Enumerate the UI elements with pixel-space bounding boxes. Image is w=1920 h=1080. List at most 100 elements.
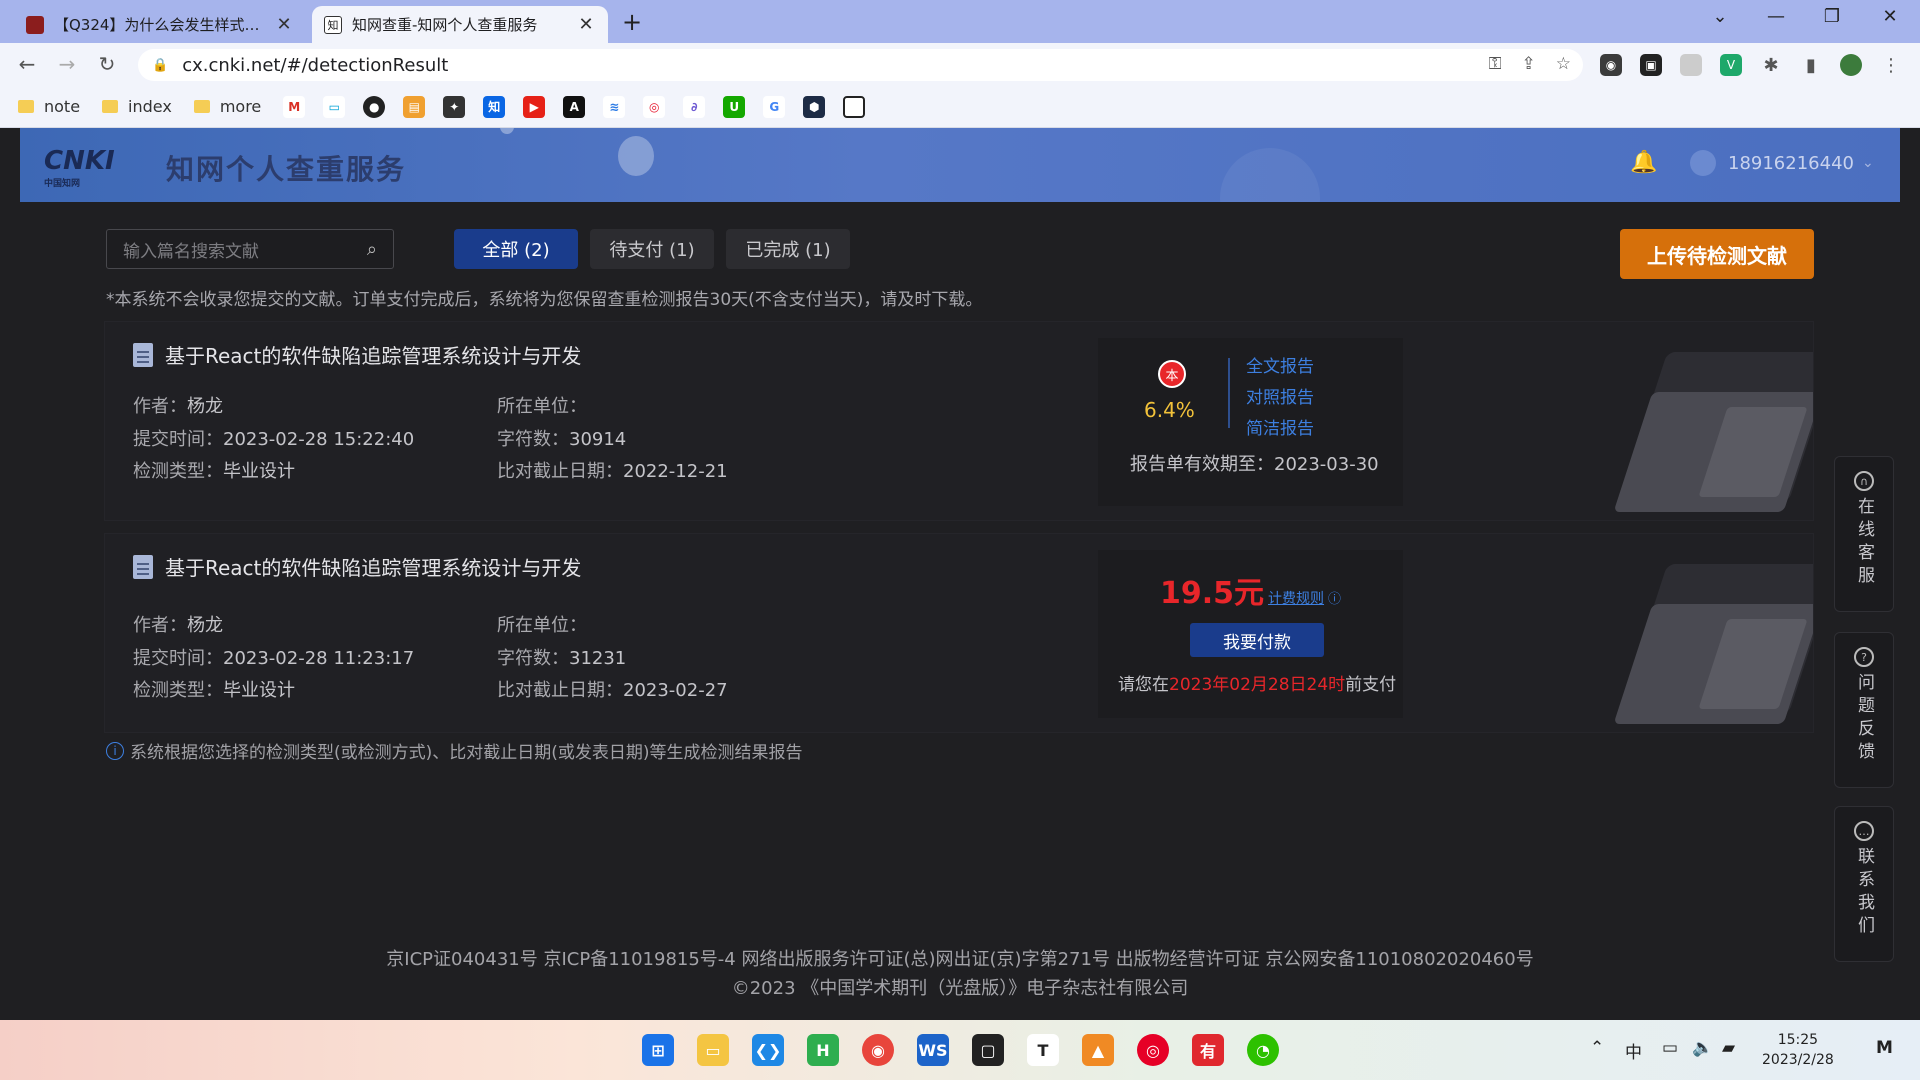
tab-completed[interactable]: 已完成 (1) [726,229,850,269]
sidepanel-icon[interactable]: ▮ [1800,54,1822,76]
extension-icon[interactable]: V [1720,54,1742,76]
bilibili-icon[interactable]: ▭ [323,95,346,118]
close-tab-icon[interactable]: ✕ [576,14,596,35]
tab-title: 【Q324】为什么会发生样式抖动 [54,16,266,34]
search-icon[interactable]: ⌕ [367,239,377,260]
chrome-icon[interactable]: ◉ [862,1034,894,1066]
comparison-report-link[interactable]: 对照报告 [1246,383,1314,408]
author-label: 作者： [133,396,187,417]
battery-icon[interactable]: ▰ [1722,1038,1735,1058]
full-report-link[interactable]: 全文报告 [1246,352,1314,377]
url-bar[interactable]: 🔒 cx.cnki.net/#/detectionResult ⚿ ⇪ ☆ [138,49,1583,81]
record-card: 基于React的软件缺陷追踪管理系统设计与开发 作者：杨龙 提交时间：2023-… [104,321,1814,521]
file-explorer-icon[interactable]: ▭ [697,1034,729,1066]
extension-icon[interactable] [1680,54,1702,76]
hex-icon[interactable]: ⬢ [803,95,826,118]
decor-circle [618,136,654,176]
words-label: 字符数： [497,429,569,450]
mahjong-icon[interactable]: ✦ [443,95,466,118]
online-service-widget[interactable]: ∩ 在线客服 [1834,456,1894,612]
new-tab-button[interactable]: + [622,8,642,36]
profile-avatar[interactable] [1840,54,1862,76]
tab-q324[interactable]: 【Q324】为什么会发生样式抖动 ✕ [14,6,306,43]
forward-icon[interactable]: → [52,52,82,76]
cnki-logo[interactable]: CNKI 中国知网 [44,146,115,189]
word-count-field: 字符数：30914 [497,425,626,451]
price-row: 19.5元 计费规则 ⓘ [1160,568,1341,612]
record-title[interactable]: 基于React的软件缺陷追踪管理系统设计与开发 [133,552,581,581]
browser-tab-strip: 【Q324】为什么会发生样式抖动 ✕ 知 知网查重-知网个人查重服务 ✕ + ⌄… [0,0,1920,43]
webstorm-icon[interactable]: WS [917,1034,949,1066]
netease-music-icon[interactable]: ◎ [1137,1034,1169,1066]
extension-icon[interactable]: ◉ [1600,54,1622,76]
github-icon[interactable]: ● [363,95,386,118]
tab-title: 知网查重-知网个人查重服务 [352,16,538,34]
hbuilder-icon[interactable]: H [807,1034,839,1066]
org-label: 所在单位： [497,615,587,636]
tab-search-icon[interactable]: ⌄ [1700,6,1740,27]
vscode-icon[interactable]: ❮❯ [752,1034,784,1066]
ime-indicator[interactable]: 中 [1625,1038,1642,1063]
vlc-icon[interactable]: ▲ [1082,1034,1114,1066]
puzzle-icon[interactable]: ✱ [1760,54,1782,76]
star-icon[interactable]: ☆ [1556,54,1571,74]
headset-icon: ∩ [1854,471,1874,491]
back-icon[interactable]: ← [12,52,42,76]
bookmarks-bar: note index more M ▭ ● ▤ ✦ 知 ▶ A ≋ ◎ ∂ U … [0,86,1920,128]
extension-icon[interactable]: ▣ [1640,54,1662,76]
gmail-icon[interactable]: M [283,95,306,118]
square-icon[interactable] [843,95,866,118]
record-title-text: 基于React的软件缺陷追踪管理系统设计与开发 [165,344,582,368]
tab-all[interactable]: 全部 (2) [454,229,578,269]
org-field: 所在单位： [497,611,587,637]
notification-icon[interactable]: M [1876,1038,1893,1058]
payment-deadline-text: 请您在2023年02月28日24时前支付 [1118,670,1396,695]
volume-icon[interactable]: 🔈 [1692,1038,1713,1058]
network-icon[interactable]: ▭ [1662,1038,1678,1058]
close-tab-icon[interactable]: ✕ [274,14,294,35]
typora-icon[interactable]: T [1027,1034,1059,1066]
bookmark-folder-index[interactable]: index [102,97,172,116]
lock-icon[interactable]: 🔒 [152,58,168,73]
reload-icon[interactable]: ↻ [92,52,122,76]
record-title[interactable]: 基于React的软件缺陷追踪管理系统设计与开发 [133,340,581,369]
tab-pending-payment[interactable]: 待支付 (1) [590,229,714,269]
system-clock[interactable]: 15:25 2023/2/28 [1762,1030,1834,1070]
folder-game-icon[interactable]: ▤ [403,95,426,118]
contact-widget[interactable]: … 联系我们 [1834,806,1894,962]
maximize-button[interactable]: ❐ [1812,6,1852,27]
feedback-widget[interactable]: ? 问题反馈 [1834,632,1894,788]
menu-icon[interactable]: ⋮ [1880,54,1902,76]
weibo-icon[interactable]: ◎ [643,95,666,118]
terminal-icon[interactable]: ▢ [972,1034,1004,1066]
chevron-up-icon[interactable]: ⌃ [1590,1038,1604,1058]
brief-report-link[interactable]: 简洁报告 [1246,414,1314,439]
search-input[interactable]: 输入篇名搜索文献 ⌕ [106,229,394,269]
document-icon [133,342,153,367]
submit-label: 提交时间： [133,648,223,669]
upwork-icon[interactable]: U [723,95,746,118]
tab-cnki[interactable]: 知 知网查重-知网个人查重服务 ✕ [312,6,608,43]
close-window-button[interactable]: ✕ [1870,6,1910,27]
key-icon[interactable]: ⚿ [1489,54,1502,74]
bookmark-folder-more[interactable]: more [193,97,261,116]
bookmark-folder-note[interactable]: note [18,97,80,116]
zhihu-icon[interactable]: 知 [483,95,506,118]
user-menu[interactable]: 18916216440 ⌄ [1690,150,1874,176]
bell-icon[interactable]: 🔔 [1630,150,1657,175]
link-icon[interactable]: ∂ [683,95,706,118]
share-icon[interactable]: ⇪ [1522,54,1536,74]
org-field: 所在单位： [497,392,587,418]
tool-icon[interactable]: A [563,95,586,118]
minimize-button[interactable]: — [1756,6,1796,27]
wechat-icon[interactable]: ◔ [1247,1034,1279,1066]
pricing-rule-link[interactable]: 计费规则 [1268,588,1324,608]
upload-document-button[interactable]: 上传待检测文献 [1620,229,1814,279]
youdao-icon[interactable]: 有 [1192,1034,1224,1066]
start-icon[interactable]: ⊞ [642,1034,674,1066]
pay-button[interactable]: 我要付款 [1190,623,1324,657]
youtube-icon[interactable]: ▶ [523,95,546,118]
stack-icon[interactable]: ≋ [603,95,626,118]
info-icon[interactable]: ⓘ [1328,588,1341,607]
google-icon[interactable]: G [763,95,786,118]
